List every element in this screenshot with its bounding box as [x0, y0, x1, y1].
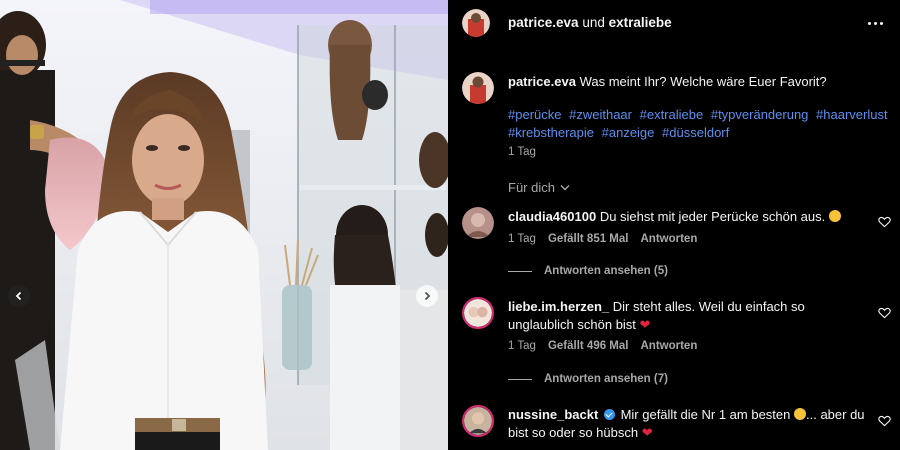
hashtag[interactable]: #zweithaar — [569, 107, 632, 122]
view-replies-label: Antworten ansehen (5) — [544, 265, 668, 277]
next-media-button[interactable] — [416, 285, 438, 307]
chevron-right-icon — [424, 291, 431, 301]
hashtags: #perücke #zweithaar #extraliebe #typverä… — [508, 106, 892, 141]
post-header: patrice.eva und extraliebe — [448, 0, 900, 46]
heart-outline-icon[interactable] — [878, 415, 891, 427]
replies-divider — [508, 270, 532, 272]
author-connector: und — [582, 15, 605, 30]
hashtag[interactable]: #typveränderung — [711, 107, 809, 122]
comment-text: Du siehst mit jeder Perücke schön aus. — [599, 209, 826, 224]
comment-likes[interactable]: Gefällt 496 Mal — [548, 340, 629, 352]
verified-badge-icon — [603, 409, 615, 420]
hashtag[interactable]: #düsseldorf — [662, 125, 729, 140]
commenter-avatar[interactable] — [462, 297, 494, 329]
commenter-avatar[interactable] — [462, 207, 494, 239]
comment-sort-dropdown[interactable]: Für dich — [508, 180, 570, 195]
hashtag[interactable]: #extraliebe — [640, 107, 704, 122]
comment-timestamp: 1 Tag — [508, 233, 536, 245]
comment-meta: 1 Tag Gefällt 496 Mal Antworten — [508, 340, 697, 352]
heart-eyes-emoji-icon — [794, 408, 806, 420]
coauthor-username[interactable]: extraliebe — [609, 15, 672, 30]
commenter-username[interactable]: nussine_backt — [508, 407, 598, 422]
caption: patrice.eva Was meint Ihr? Welche wäre E… — [508, 73, 888, 91]
post-viewer: patrice.eva und extraliebe patrice.eva W… — [0, 0, 900, 450]
comment-timestamp: 1 Tag — [508, 340, 536, 352]
previous-media-button[interactable] — [8, 285, 30, 307]
comment-body: claudia460100 Du siehst mit jeder Perück… — [508, 208, 868, 226]
more-options-icon[interactable] — [868, 16, 890, 30]
reply-button[interactable]: Antworten — [640, 233, 697, 245]
caption-username[interactable]: patrice.eva — [508, 74, 576, 89]
comment-likes[interactable]: Gefällt 851 Mal — [548, 233, 629, 245]
hashtag[interactable]: #krebstherapie — [508, 125, 594, 140]
comment-text: Mir gefällt die Nr 1 am besten — [620, 407, 791, 422]
reply-button[interactable]: Antworten — [640, 340, 697, 352]
heart-outline-icon[interactable] — [878, 307, 891, 319]
red-heart-emoji-icon: ❤ — [639, 316, 651, 332]
sort-label: Für dich — [508, 180, 555, 195]
replies-divider — [508, 378, 532, 380]
commenter-avatar[interactable] — [462, 405, 494, 437]
comment-body: nussine_backt Mir gefällt die Nr 1 am be… — [508, 406, 868, 441]
comment-meta: 1 Tag Gefällt 851 Mal Antworten — [508, 233, 697, 245]
chevron-down-icon — [560, 185, 570, 191]
commenter-username[interactable]: liebe.im.herzen_ — [508, 299, 609, 314]
comments-panel: patrice.eva und extraliebe patrice.eva W… — [448, 0, 900, 450]
caption-timestamp: 1 Tag — [508, 146, 536, 158]
hashtag[interactable]: #haarverlust — [816, 107, 888, 122]
hashtag[interactable]: #anzeige — [602, 125, 655, 140]
author-username[interactable]: patrice.eva — [508, 15, 579, 30]
view-replies-label: Antworten ansehen (7) — [544, 373, 668, 385]
view-replies-button[interactable]: Antworten ansehen (7) — [508, 373, 668, 385]
heart-outline-icon[interactable] — [878, 216, 891, 228]
heart-eyes-emoji-icon — [828, 210, 841, 222]
chevron-left-icon — [15, 291, 22, 301]
post-media[interactable] — [0, 0, 448, 450]
comment-body: liebe.im.herzen_ Dir steht alles. Weil d… — [508, 298, 868, 333]
view-replies-button[interactable]: Antworten ansehen (5) — [508, 265, 668, 277]
commenter-username[interactable]: claudia460100 — [508, 209, 596, 224]
caption-avatar[interactable] — [462, 72, 494, 104]
hashtag[interactable]: #perücke — [508, 107, 561, 122]
author-avatar[interactable] — [462, 9, 490, 37]
red-heart-emoji-icon: ❤ — [641, 424, 653, 440]
caption-text: Was meint Ihr? Welche wäre Euer Favorit? — [579, 74, 827, 89]
post-image — [0, 0, 448, 450]
post-authors: patrice.eva und extraliebe — [508, 15, 672, 30]
